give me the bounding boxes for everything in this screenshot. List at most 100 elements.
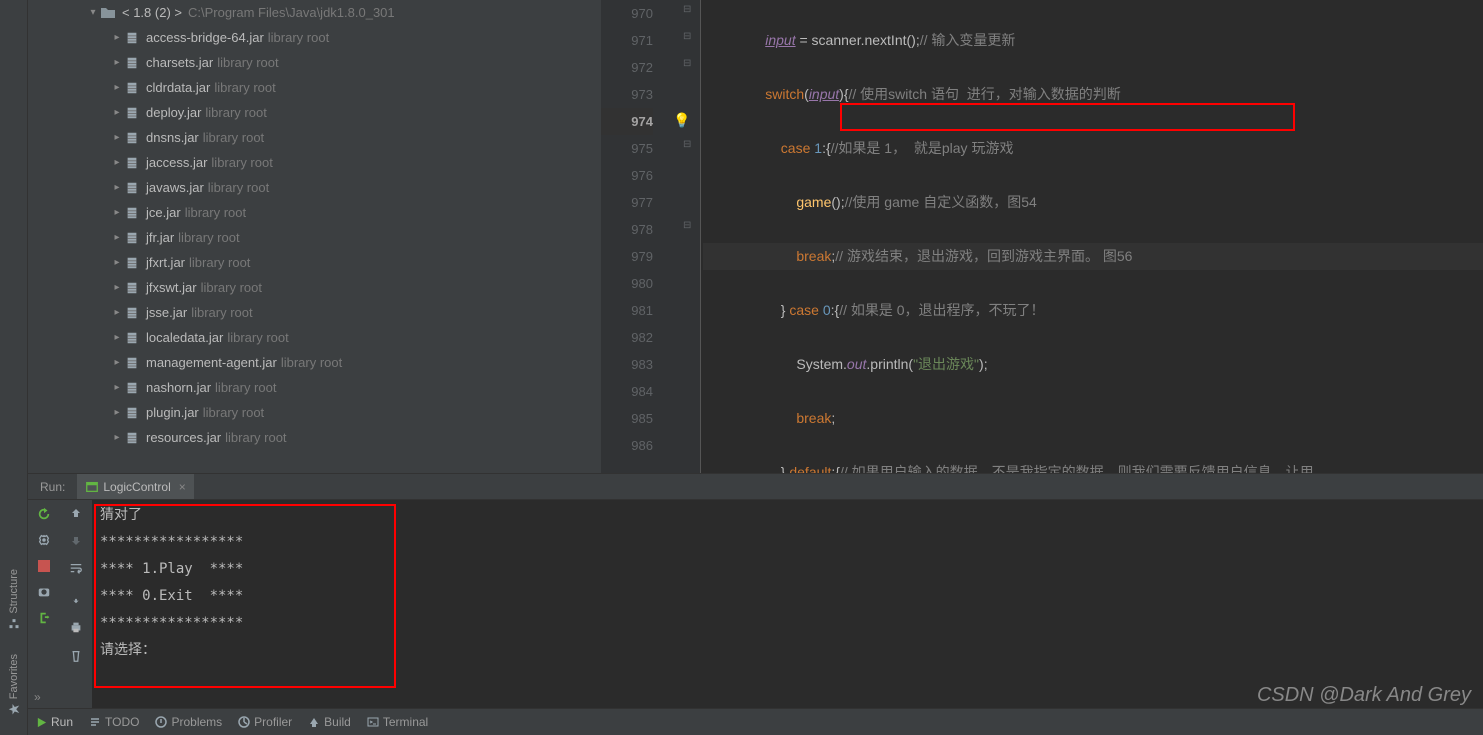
library-root-tag: library root [185, 205, 246, 220]
run-config-tab[interactable]: LogicControl × [77, 474, 193, 499]
jar-file-icon [124, 255, 140, 271]
jar-name: jsse.jar [146, 305, 187, 320]
tree-jar-node[interactable]: ▸resources.jarlibrary root [28, 425, 601, 450]
print-icon[interactable] [69, 620, 83, 639]
tree-jar-node[interactable]: ▸dnsns.jarlibrary root [28, 125, 601, 150]
chevron-right-icon[interactable]: ▸ [110, 32, 124, 43]
tree-jar-node[interactable]: ▸charsets.jarlibrary root [28, 50, 601, 75]
expand-icon[interactable]: » [34, 690, 41, 704]
jar-file-icon [124, 330, 140, 346]
tree-jar-node[interactable]: ▸ jaccess.jar library root [28, 150, 601, 175]
jar-name: charsets.jar [146, 55, 213, 70]
jar-file-icon [124, 355, 140, 371]
structure-tool-button[interactable]: Structure [8, 569, 20, 630]
gutter-icon-area: ⊟ ⊟ ⊟ 💡 ⊟ ⊟ [661, 0, 701, 473]
library-root-tag: library root [201, 280, 262, 295]
jar-file-icon [124, 130, 140, 146]
exit-icon[interactable] [36, 610, 52, 626]
soft-wrap-icon[interactable] [69, 562, 83, 581]
chevron-right-icon[interactable]: ▸ [110, 432, 124, 443]
jar-file-icon [124, 380, 140, 396]
jar-name: deploy.jar [146, 105, 201, 120]
tree-jar-node[interactable]: ▸jfxrt.jarlibrary root [28, 250, 601, 275]
chevron-right-icon[interactable]: ▸ [110, 132, 124, 143]
tree-jar-node[interactable]: ▸cldrdata.jarlibrary root [28, 75, 601, 100]
jar-name: javaws.jar [146, 180, 204, 195]
line-number-gutter[interactable]: 9709719729739749759769779789799809819829… [601, 0, 661, 473]
chevron-right-icon[interactable]: ▸ [110, 207, 124, 218]
project-tree[interactable]: ▾ < 1.8 (2) > C:\Program Files\Java\jdk1… [28, 0, 601, 473]
library-root-tag: library root [214, 80, 275, 95]
todo-tool-button[interactable]: TODO [89, 715, 139, 729]
library-root-tag: library root [268, 30, 329, 45]
up-arrow-icon[interactable] [70, 506, 82, 524]
chevron-right-icon[interactable]: ▸ [110, 82, 124, 93]
jar-file-icon [124, 55, 140, 71]
jar-name: jfr.jar [146, 230, 174, 245]
chevron-right-icon[interactable]: ▸ [110, 357, 124, 368]
problems-tool-button[interactable]: Problems [155, 715, 222, 729]
tree-jar-node[interactable]: ▸jfxswt.jarlibrary root [28, 275, 601, 300]
library-root-tag: library root [191, 305, 252, 320]
settings-icon[interactable] [36, 532, 52, 548]
favorites-tool-button[interactable]: Favorites [8, 654, 20, 715]
bottom-tool-bar: Run TODO Problems Profiler Build Termina… [28, 708, 1483, 735]
fold-marker-icon[interactable]: ⊟ [683, 31, 691, 42]
build-tool-button[interactable]: Build [308, 715, 351, 729]
chevron-right-icon[interactable]: ▸ [110, 407, 124, 418]
jar-name: resources.jar [146, 430, 221, 445]
chevron-right-icon[interactable]: ▸ [110, 282, 124, 293]
dump-threads-icon[interactable] [36, 584, 52, 600]
tree-jar-node[interactable]: ▸ javaws.jar library root [28, 175, 601, 200]
library-root-tag: library root [203, 130, 264, 145]
library-root-tag: library root [208, 180, 269, 195]
chevron-right-icon[interactable]: ▸ [110, 157, 124, 168]
profiler-tool-button[interactable]: Profiler [238, 715, 292, 729]
library-folder-icon [100, 5, 116, 21]
library-root-tag: library root [205, 105, 266, 120]
chevron-right-icon[interactable]: ▸ [110, 257, 124, 268]
tree-jar-node[interactable]: ▸ localedata.jar library root [28, 325, 601, 350]
fold-marker-icon[interactable]: ⊟ [683, 58, 691, 69]
code-content[interactable]: input = scanner.nextInt();// 输入变量更新 swit… [701, 0, 1483, 473]
chevron-right-icon[interactable]: ▸ [110, 182, 124, 193]
jar-name: nashorn.jar [146, 380, 211, 395]
tree-jar-node[interactable]: ▸plugin.jarlibrary root [28, 400, 601, 425]
tree-jar-node[interactable]: ▸jfr.jarlibrary root [28, 225, 601, 250]
tree-jar-node[interactable]: ▸ access-bridge-64.jar library root [28, 25, 601, 50]
stop-icon[interactable] [36, 558, 52, 574]
rerun-icon[interactable] [36, 506, 52, 522]
jar-name: localedata.jar [146, 330, 223, 345]
tree-root-node[interactable]: ▾ < 1.8 (2) > C:\Program Files\Java\jdk1… [28, 0, 601, 25]
scroll-to-end-icon[interactable] [69, 591, 83, 610]
chevron-down-icon[interactable]: ▾ [86, 7, 100, 18]
clear-all-icon[interactable] [69, 649, 83, 668]
chevron-right-icon[interactable]: ▸ [110, 382, 124, 393]
library-root-tag: library root [227, 330, 288, 345]
jar-file-icon [124, 305, 140, 321]
code-editor[interactable]: 9709719729739749759769779789799809819829… [601, 0, 1483, 473]
library-root-tag: library root [211, 155, 272, 170]
tree-jar-node[interactable]: ▸ jce.jar library root [28, 200, 601, 225]
jar-name: jce.jar [146, 205, 181, 220]
fold-marker-icon[interactable]: ⊟ [683, 139, 691, 150]
tree-jar-node[interactable]: ▸ jsse.jar library root [28, 300, 601, 325]
tree-jar-node[interactable]: ▸ deploy.jar library root [28, 100, 601, 125]
tree-jar-node[interactable]: ▸nashorn.jarlibrary root [28, 375, 601, 400]
terminal-tool-button[interactable]: Terminal [367, 715, 428, 729]
fold-marker-icon[interactable]: ⊟ [683, 220, 691, 231]
chevron-right-icon[interactable]: ▸ [110, 307, 124, 318]
chevron-right-icon[interactable]: ▸ [110, 107, 124, 118]
close-tab-icon[interactable]: × [179, 480, 186, 494]
down-arrow-icon[interactable] [70, 534, 82, 552]
root-path: C:\Program Files\Java\jdk1.8.0_301 [188, 5, 395, 20]
chevron-right-icon[interactable]: ▸ [110, 232, 124, 243]
intention-bulb-icon[interactable]: 💡 [673, 112, 690, 129]
tree-jar-node[interactable]: ▸management-agent.jarlibrary root [28, 350, 601, 375]
jar-name: access-bridge-64.jar [146, 30, 264, 45]
jar-name: jaccess.jar [146, 155, 207, 170]
chevron-right-icon[interactable]: ▸ [110, 332, 124, 343]
fold-marker-icon[interactable]: ⊟ [683, 4, 691, 15]
chevron-right-icon[interactable]: ▸ [110, 57, 124, 68]
run-tool-button[interactable]: Run [36, 715, 73, 729]
